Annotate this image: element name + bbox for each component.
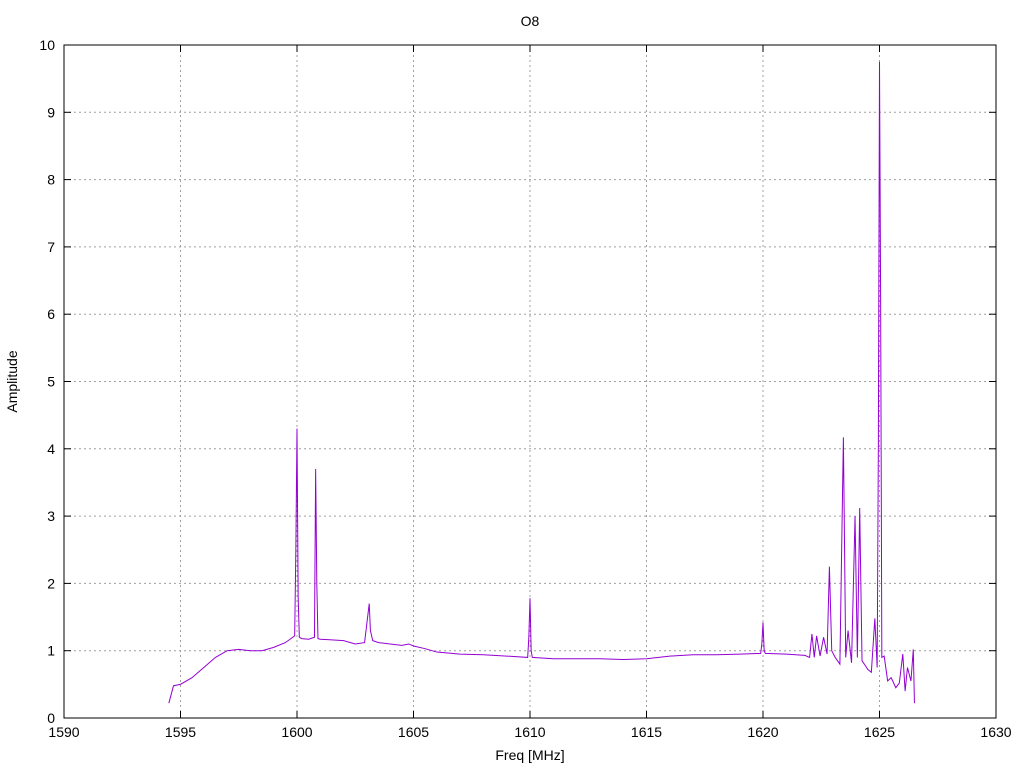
y-tick-label: 1	[47, 643, 55, 659]
y-tick-label: 5	[47, 374, 55, 390]
y-tick-label: 9	[47, 104, 55, 120]
y-tick-label: 7	[47, 239, 55, 255]
y-tick-labels: 0 1 2 3 4 5 6 7 8 9 10	[39, 37, 55, 726]
y-tick-label: 8	[47, 172, 55, 188]
x-tick-label: 1610	[514, 724, 545, 740]
series-line	[168, 61, 915, 704]
line-chart: 1590 1595 1600 1605 1610 1615 1620 1625 1630 0 1 2…	[4, 13, 1012, 763]
y-tick-label: 4	[47, 441, 55, 457]
chart-title: O8	[521, 13, 540, 29]
x-tick-label: 1625	[864, 724, 895, 740]
x-tick-label: 1620	[747, 724, 778, 740]
x-tick-label: 1605	[398, 724, 429, 740]
y-tick-label: 2	[47, 575, 55, 591]
x-tick-label: 1630	[980, 724, 1011, 740]
x-tick-labels: 1590 1595 1600 1605 1610 1615 1620 1625 1630	[48, 724, 1011, 740]
y-tick-label: 6	[47, 306, 55, 322]
x-tick-label: 1600	[281, 724, 312, 740]
y-tick-label: 3	[47, 508, 55, 524]
x-axis-label: Freq [MHz]	[495, 747, 564, 763]
y-tick-label: 10	[39, 37, 55, 53]
x-tick-label: 1615	[631, 724, 662, 740]
x-tick-label: 1595	[165, 724, 196, 740]
y-tick-label: 0	[47, 710, 55, 726]
x-tick-label: 1590	[48, 724, 79, 740]
y-axis-label: Amplitude	[4, 350, 20, 412]
